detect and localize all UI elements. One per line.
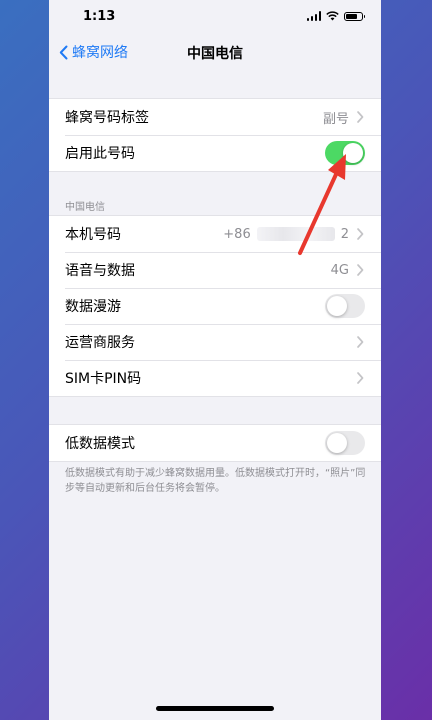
settings-group-3: 低数据模式 [49, 424, 381, 462]
redacted-number [256, 227, 335, 241]
settings-group-1: 蜂窝号码标签 副号 启用此号码 [49, 98, 381, 172]
chevron-right-icon [357, 228, 364, 240]
chevron-right-icon [357, 111, 364, 123]
section-header: 中国电信 [65, 202, 105, 213]
page-title: 中国电信 [187, 46, 243, 62]
sim-pin-label: SIM卡PIN码 [65, 371, 142, 387]
data-roaming-label: 数据漫游 [65, 299, 121, 315]
enable-number-toggle[interactable] [325, 141, 365, 165]
sim-pin-row[interactable]: SIM卡PIN码 [49, 360, 381, 396]
toggle-knob [327, 296, 347, 316]
toggle-knob [327, 433, 347, 453]
voice-data-label: 语音与数据 [65, 263, 135, 279]
settings-group-2: 本机号码 +86 2 语音与数据 4G 数据漫游 运营商服务 SIM卡PIN码 [49, 215, 381, 397]
low-data-footer-text: 低数据模式有助于减少蜂窝数据用量。低数据模式打开时，“照片”同步等自动更新和后台… [65, 468, 366, 494]
low-data-toggle[interactable] [325, 431, 365, 455]
status-icons [306, 11, 365, 21]
cellular-label-label: 蜂窝号码标签 [65, 110, 149, 126]
chevron-right-icon [357, 264, 364, 276]
low-data-label: 低数据模式 [65, 436, 135, 452]
phone-screen: 1:13 蜂窝网络 中国电信 蜂窝号码标签 副号 启用此号码 中国电信 本机号码… [49, 0, 381, 720]
battery-level [346, 13, 358, 19]
cellular-label-row[interactable]: 蜂窝号码标签 副号 [49, 99, 381, 135]
carrier-services-label: 运营商服务 [65, 335, 135, 351]
toggle-knob [343, 143, 363, 163]
battery-icon [344, 11, 365, 21]
low-data-row: 低数据模式 [49, 425, 381, 461]
carrier-services-row[interactable]: 运营商服务 [49, 324, 381, 360]
cellular-label-value: 副号 [322, 111, 349, 127]
data-roaming-toggle[interactable] [325, 294, 365, 318]
signal-icon [306, 11, 321, 21]
enable-number-label: 启用此号码 [65, 146, 135, 162]
voice-data-row[interactable]: 语音与数据 4G [49, 252, 381, 288]
data-roaming-row: 数据漫游 [49, 288, 381, 324]
chevron-right-icon [357, 372, 364, 384]
my-number-label: 本机号码 [65, 227, 121, 243]
my-number-value-prefix: +86 [223, 226, 251, 242]
status-time: 1:13 [83, 9, 116, 24]
chevron-right-icon [357, 336, 364, 348]
voice-data-value: 4G [330, 262, 349, 278]
wifi-icon [326, 11, 339, 21]
my-number-value-suffix: 2 [340, 226, 349, 242]
enable-number-row: 启用此号码 [49, 135, 381, 171]
navigation-bar: 蜂窝网络 中国电信 [49, 36, 381, 70]
my-number-row[interactable]: 本机号码 +86 2 [49, 216, 381, 252]
home-indicator [156, 706, 274, 711]
status-bar: 1:13 [49, 0, 381, 36]
